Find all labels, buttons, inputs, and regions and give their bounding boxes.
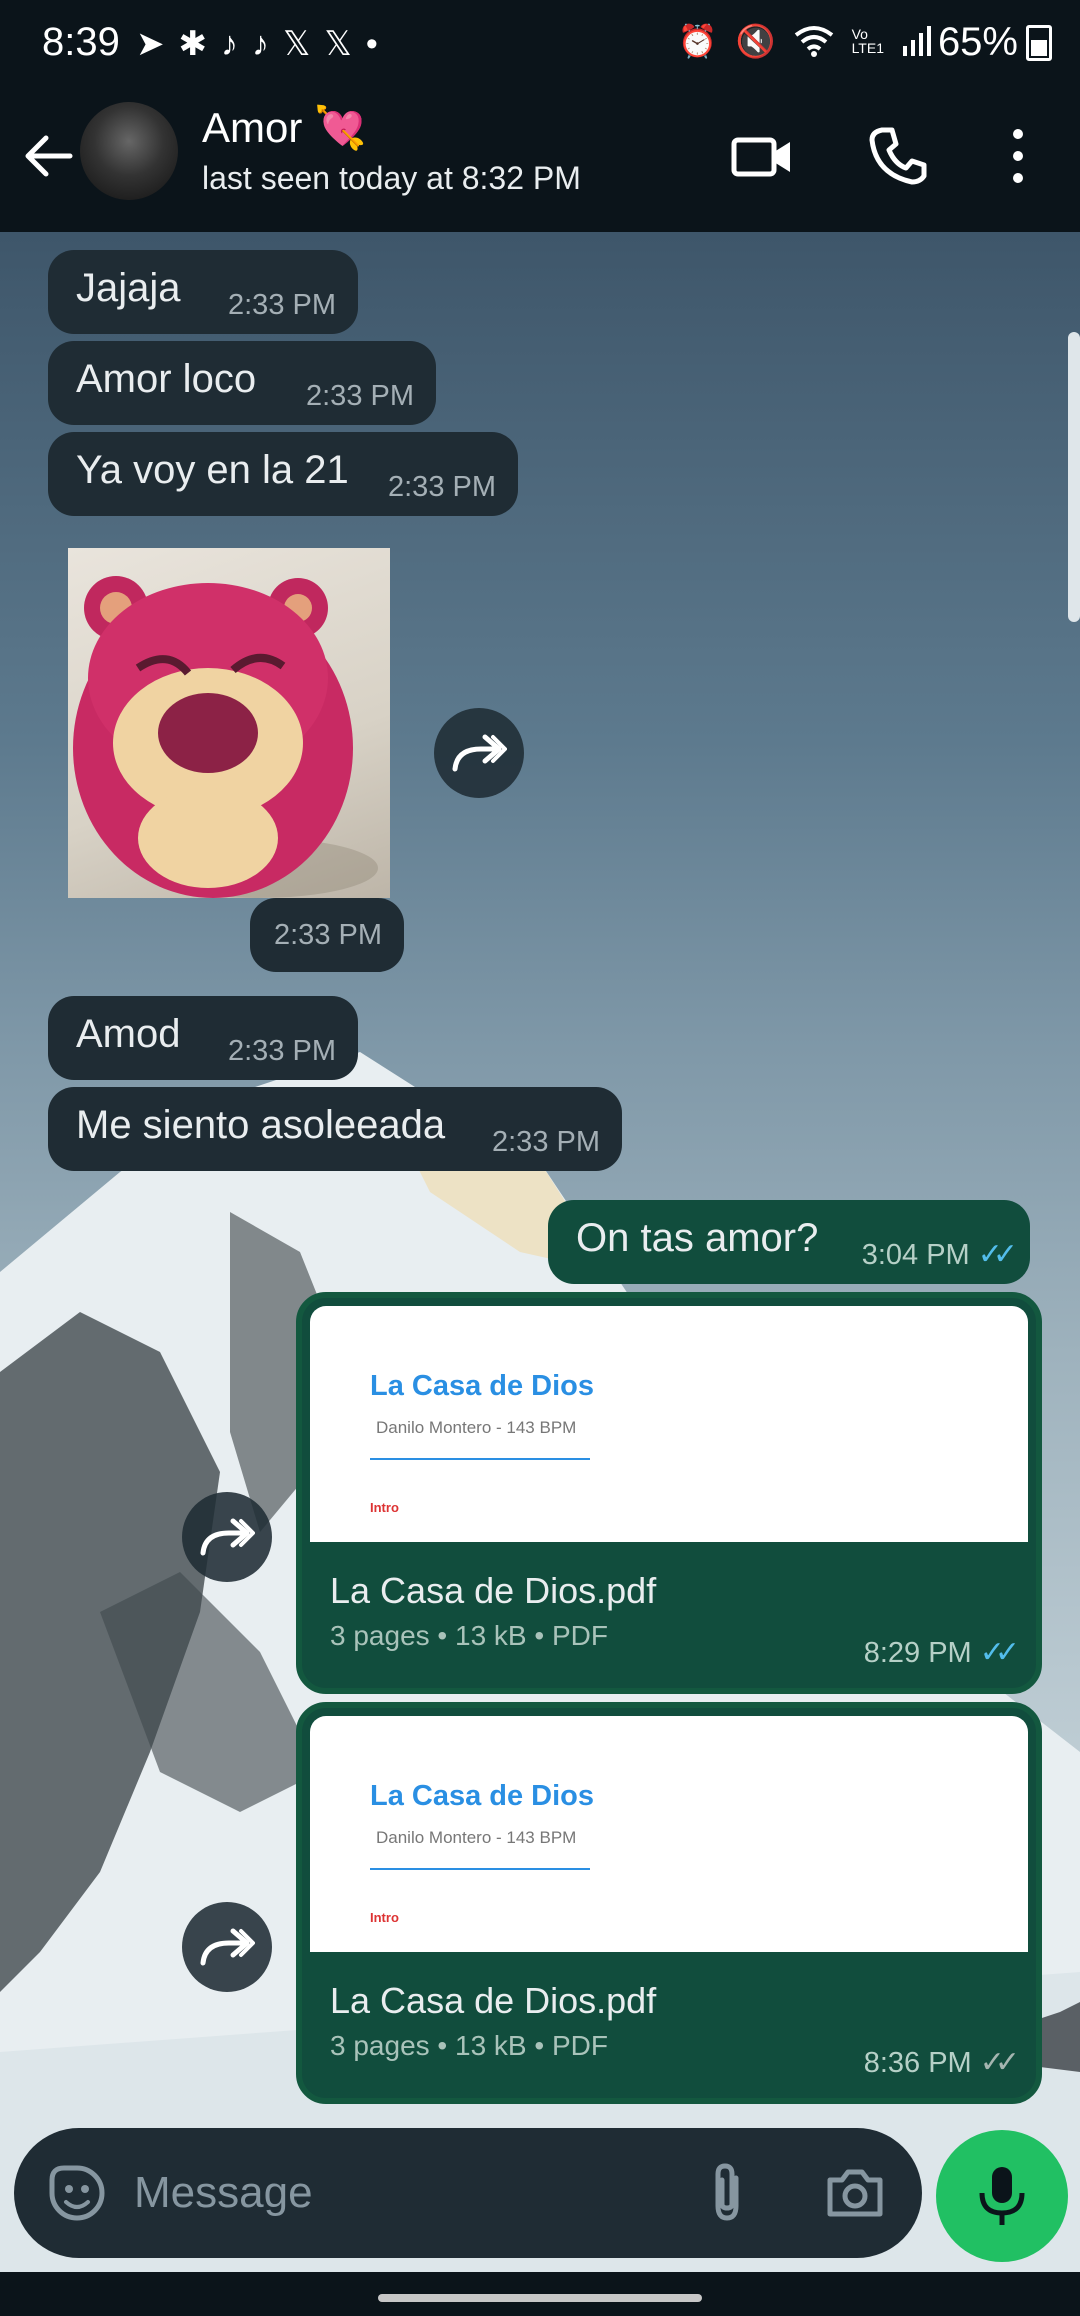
preview-section: Intro [370,1910,399,1925]
tiktok-icon: ♪ [252,24,269,63]
message-time: 2:33 PM [228,289,336,321]
message-time: 2:33 PM [306,380,414,412]
message-time: 2:33 PM [492,1126,600,1158]
message-time: 8:29 PM [863,1637,972,1669]
read-ticks-icon: ✓✓ [977,1238,1018,1271]
forward-button[interactable] [182,1902,272,1992]
message-time: 2:33 PM [228,1035,336,1067]
tiktok-icon: ♪ [221,24,238,63]
message-time-with-status: 3:04 PM ✓✓ [861,1237,1018,1272]
back-arrow-icon[interactable] [20,128,76,184]
document-preview[interactable]: La Casa de Dios Danilo Montero - 143 BPM… [310,1716,1028,1952]
message-text: Ya voy en la 21 [76,448,349,492]
message-bubble-incoming[interactable]: Ya voy en la 21 2:33 PM [48,432,518,516]
message-time: 3:04 PM [861,1239,970,1271]
voice-message-button[interactable] [936,2130,1068,2262]
microphone-icon [979,2167,1025,2225]
forward-button[interactable] [182,1492,272,1582]
delivered-ticks-icon: ✓✓ [979,2046,1020,2079]
forward-icon [200,1518,255,1556]
preview-section: Intro [370,1500,399,1515]
document-meta: 3 pages • 13 kB • PDF [330,2030,608,2061]
message-text: Me siento asoleeada [76,1103,446,1147]
preview-divider [370,1458,590,1460]
message-bubble-incoming[interactable]: Amor loco 2:33 PM [48,341,436,425]
system-nav-bar [0,2272,1080,2316]
message-bubble-incoming[interactable]: Me siento asoleeada 2:33 PM [48,1087,622,1171]
bear-sticker-illustration [73,576,378,898]
telegram-icon: ➤ [136,25,165,63]
signal-icon [903,26,931,56]
battery-icon [1026,24,1052,61]
document-meta: 3 pages • 13 kB • PDF [330,1620,608,1651]
voice-call-icon[interactable] [862,120,934,192]
sticker-timestamp: 2:33 PM [250,898,404,972]
forward-button[interactable] [434,708,524,798]
message-text: Amod [76,1012,181,1056]
message-bubble-incoming[interactable]: Amod 2:33 PM [48,996,358,1080]
battery-indicator: 65% [938,20,1052,65]
forward-icon [200,1928,255,1966]
volte-icon: Vo LTE1 [851,26,884,56]
document-message[interactable]: La Casa de Dios Danilo Montero - 143 BPM… [296,1702,1042,2104]
status-time: 8:39 [42,20,120,64]
wifi-icon [794,26,833,57]
battery-level: 65% [937,20,1018,64]
preview-title: La Casa de Dios [370,1370,595,1402]
contact-avatar[interactable] [80,102,178,200]
message-time-with-status: 8:29 PM ✓✓ [863,1635,1020,1670]
attachment-icon[interactable] [692,2158,762,2228]
preview-subtitle: Danilo Montero - 143 BPM [376,1828,577,1847]
document-file-name: La Casa de Dios.pdf [330,1570,657,1611]
message-text: On tas amor? [576,1216,819,1260]
scrollbar[interactable] [1068,332,1080,622]
document-file-name: La Casa de Dios.pdf [330,1980,657,2021]
message-bubble-outgoing[interactable]: On tas amor? 3:04 PM ✓✓ [548,1200,1030,1284]
preview-divider [370,1868,590,1870]
forward-icon [452,734,507,772]
chat-area[interactable]: Jajaja 2:33 PM Amor loco 2:33 PM Ya voy … [0,232,1080,2272]
message-time: 2:33 PM [274,919,382,951]
home-gesture-handle[interactable] [378,2294,702,2302]
x-icon: 𝕏 [283,25,311,63]
contact-name[interactable]: Amor 💘 [202,104,366,153]
message-composer: Message [14,2128,922,2258]
mute-icon: 🔇 [735,23,776,59]
alarm-icon: ⏰ [677,23,718,59]
document-message[interactable]: La Casa de Dios Danilo Montero - 143 BPM… [296,1292,1042,1694]
camera-icon[interactable] [822,2160,888,2226]
more-options-icon[interactable] [982,120,1054,192]
last-seen-status[interactable]: last seen today at 8:32 PM [202,160,581,197]
sticker-emoji-icon[interactable] [44,2160,110,2226]
message-bubble-incoming[interactable]: Jajaja 2:33 PM [48,250,358,334]
document-preview[interactable]: La Casa de Dios Danilo Montero - 143 BPM… [310,1306,1028,1542]
x-icon: 𝕏 [324,25,352,63]
notification-icons: ➤ ✱ ♪ ♪ 𝕏 𝕏 • [136,24,378,64]
message-time: 8:36 PM [863,2047,972,2079]
message-text: Amor loco [76,357,257,401]
dot-icon: • [365,24,378,63]
slack-icon: ✱ [178,25,208,63]
message-text: Jajaja [76,266,181,310]
read-ticks-icon: ✓✓ [979,1636,1020,1669]
chat-header: Amor 💘 last seen today at 8:32 PM [0,90,1080,232]
message-input[interactable]: Message [134,2168,313,2218]
preview-title: La Casa de Dios [370,1780,595,1812]
video-call-icon[interactable] [726,120,798,192]
status-bar: 8:39 ➤ ✱ ♪ ♪ 𝕏 𝕏 • ⏰ 🔇 Vo LTE1 65% [0,0,1080,90]
system-icons: ⏰ 🔇 Vo LTE1 [678,22,932,60]
message-time-with-status: 8:36 PM ✓✓ [863,2045,1020,2080]
message-time: 2:33 PM [388,471,496,503]
sticker-image[interactable] [68,548,390,898]
preview-subtitle: Danilo Montero - 143 BPM [376,1418,577,1437]
